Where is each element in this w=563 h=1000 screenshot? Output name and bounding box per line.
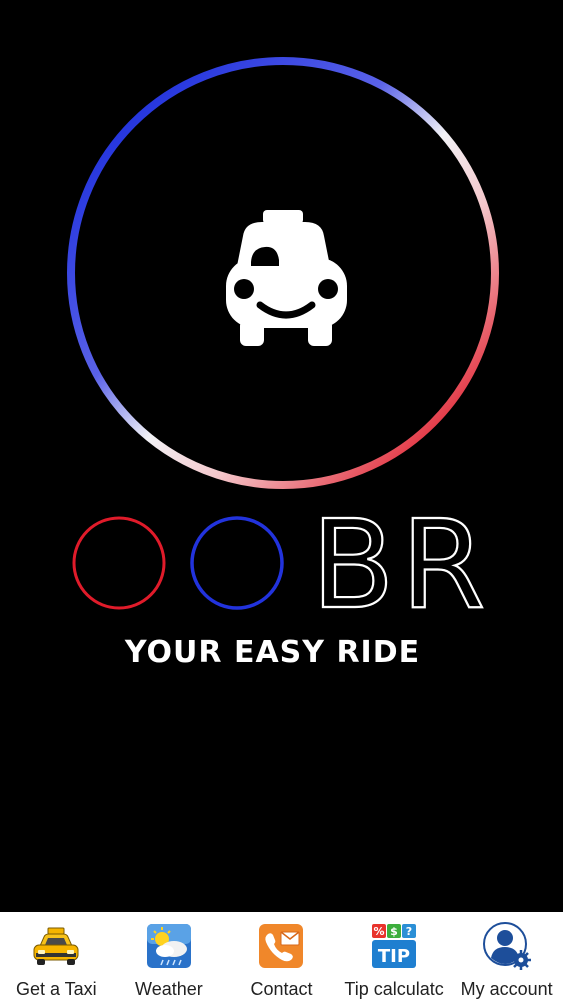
bottom-tab-bar: Get a Taxi Weather Contact % $ ? TIP Tip… bbox=[0, 912, 563, 1000]
tip-calculator-icon: % $ ? TIP bbox=[368, 920, 420, 972]
tab-label: Weather bbox=[135, 979, 203, 999]
contact-icon bbox=[255, 920, 307, 972]
tab-my-account[interactable]: My account bbox=[450, 912, 563, 1000]
svg-text:?: ? bbox=[406, 925, 412, 938]
svg-text:TIP: TIP bbox=[378, 946, 410, 967]
tab-get-a-taxi[interactable]: Get a Taxi bbox=[0, 912, 113, 1000]
tab-label: Get a Taxi bbox=[15, 979, 97, 999]
oobr-logo: BR bbox=[67, 57, 499, 637]
tab-label: Tip calculatc bbox=[344, 979, 444, 999]
slogan: YOUR EASY RIDE bbox=[124, 635, 421, 670]
account-icon bbox=[481, 920, 533, 972]
tab-contact[interactable]: Contact bbox=[225, 912, 338, 1000]
svg-text:%: % bbox=[374, 925, 385, 938]
smiling-car-icon bbox=[226, 210, 347, 346]
tab-label: My account bbox=[460, 979, 553, 999]
taxi-icon bbox=[30, 920, 82, 972]
logo-blue-o bbox=[190, 516, 284, 610]
logo-letters: BR bbox=[311, 494, 491, 636]
weather-icon bbox=[143, 920, 195, 972]
svg-text:$: $ bbox=[390, 925, 398, 938]
tab-weather[interactable]: Weather bbox=[113, 912, 226, 1000]
splash-hero: BR YOUR EASY RIDE bbox=[0, 0, 563, 912]
splash-screen: BR YOUR EASY RIDE Get a Taxi Weather Con… bbox=[0, 0, 563, 1000]
logo-red-o bbox=[72, 516, 166, 610]
tab-tip-calculator[interactable]: % $ ? TIP Tip calculatc bbox=[338, 912, 451, 1000]
tab-label: Contact bbox=[250, 979, 313, 999]
